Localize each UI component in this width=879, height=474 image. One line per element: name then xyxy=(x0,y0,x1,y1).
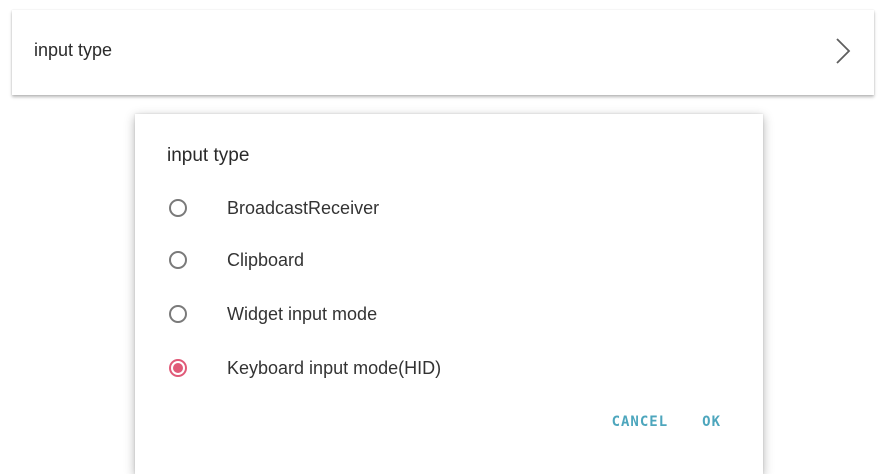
cancel-button[interactable]: CANCEL xyxy=(612,414,669,430)
option-broadcast-receiver[interactable]: BroadcastReceiver xyxy=(163,188,379,228)
radio-button[interactable] xyxy=(169,251,187,269)
dialog-actions: CANCEL OK xyxy=(612,414,721,430)
input-type-dialog: input type BroadcastReceiver Clipboard W… xyxy=(135,114,763,474)
ok-button[interactable]: OK xyxy=(702,414,721,430)
chevron-right-icon xyxy=(832,36,854,66)
option-label: BroadcastReceiver xyxy=(227,197,380,218)
input-type-setting-row[interactable]: input type xyxy=(12,10,874,95)
option-clipboard[interactable]: Clipboard xyxy=(163,240,304,280)
setting-label: input type xyxy=(34,40,113,60)
radio-button-selected[interactable] xyxy=(169,359,187,377)
option-label: Clipboard xyxy=(227,249,305,270)
radio-button[interactable] xyxy=(169,305,187,323)
option-widget-input-mode[interactable]: Widget input mode xyxy=(163,294,377,334)
option-keyboard-input-mode-hid[interactable]: Keyboard input mode(HID) xyxy=(163,348,441,388)
radio-button[interactable] xyxy=(169,199,187,217)
option-label: Keyboard input mode(HID) xyxy=(227,357,442,378)
dialog-title: input type xyxy=(167,145,250,166)
option-label: Widget input mode xyxy=(227,303,378,324)
